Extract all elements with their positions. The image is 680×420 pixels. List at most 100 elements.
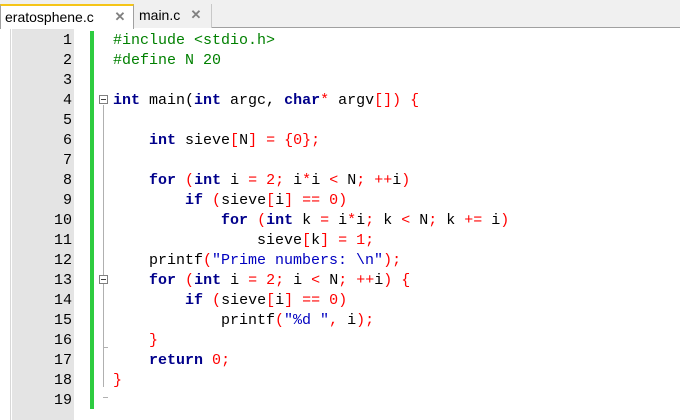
tab-label: main.c <box>139 7 181 23</box>
line-number: 7 <box>62 152 72 169</box>
line-number: 6 <box>62 132 72 149</box>
code-text[interactable]: printf("%d ", i); <box>113 311 374 331</box>
code-text[interactable]: return 0; <box>113 351 230 371</box>
code-line[interactable]: 8 for (int i = 2; i*i < N; ++i) <box>0 171 680 191</box>
tab-bar: eratosphene.c ✕ main.c ✕ <box>0 0 680 29</box>
code-text[interactable]: sieve[k] = 1; <box>113 231 374 251</box>
code-token: ( <box>257 212 267 229</box>
code-token: }; <box>302 132 321 149</box>
code-token: ) <box>383 272 393 289</box>
code-line[interactable]: 3 <box>0 71 680 91</box>
code-token: [ <box>230 132 240 149</box>
code-text[interactable]: for (int i = 2; i*i < N; ++i) <box>113 171 410 191</box>
code-token: { <box>410 92 420 109</box>
line-number: 17 <box>53 352 72 369</box>
code-token: ] <box>248 132 258 149</box>
code-text[interactable]: } <box>113 331 158 351</box>
code-text[interactable]: int sieve[N] = {0}; <box>113 131 320 151</box>
code-token: ] <box>284 292 294 309</box>
code-line[interactable]: 4 int main(int argc, char* argv[]) { <box>0 91 680 111</box>
code-token: [ <box>266 192 276 209</box>
code-token: ) <box>338 292 348 309</box>
code-line[interactable]: 7 <box>0 151 680 171</box>
code-text[interactable]: if (sieve[i] == 0) <box>113 291 347 311</box>
tab-main-c[interactable]: main.c ✕ <box>134 4 212 28</box>
tab-eratosphene-c[interactable]: eratosphene.c ✕ <box>0 4 134 29</box>
code-line[interactable]: 17 return 0; <box>0 351 680 371</box>
code-line[interactable]: 9 if (sieve[i] == 0) <box>0 191 680 211</box>
code-line[interactable]: 5 <box>0 111 680 131</box>
line-number: 13 <box>53 272 72 289</box>
code-text[interactable]: } <box>113 371 122 391</box>
line-number: 14 <box>53 292 72 309</box>
code-token: * <box>302 172 312 189</box>
code-line[interactable]: 15 printf("%d ", i); <box>0 311 680 331</box>
code-text[interactable]: if (sieve[i] == 0) <box>113 191 347 211</box>
code-line[interactable]: 1 #include <stdio.h> <box>0 31 680 51</box>
code-token: 0 <box>293 132 303 149</box>
code-token: int <box>194 272 222 289</box>
line-number: 15 <box>53 312 72 329</box>
close-icon[interactable]: ✕ <box>189 4 203 26</box>
code-token: k <box>437 212 465 229</box>
code-token: ++ <box>374 172 393 189</box>
code-token: 0 <box>329 292 339 309</box>
code-token: } <box>113 372 123 389</box>
code-text[interactable]: printf("Prime numbers: \n"); <box>113 251 401 271</box>
code-token: ( <box>275 312 285 329</box>
code-line[interactable]: 14 if (sieve[i] == 0) <box>0 291 680 311</box>
code-line[interactable]: 10 for (int k = i*i; k < N; k += i) <box>0 211 680 231</box>
code-token: []) <box>374 92 402 109</box>
code-line[interactable]: 2 #define N 20 <box>0 51 680 71</box>
code-line[interactable]: 6 int sieve[N] = {0}; <box>0 131 680 151</box>
close-icon[interactable]: ✕ <box>113 6 127 28</box>
code-token: = <box>320 212 330 229</box>
code-token: 1 <box>356 232 366 249</box>
code-token: k <box>374 212 402 229</box>
code-line[interactable]: 19 <box>0 391 680 411</box>
line-number: 3 <box>62 72 72 89</box>
code-token: < <box>329 172 339 189</box>
code-text[interactable]: for (int i = 2; i < N; ++i) { <box>113 271 410 291</box>
code-token: k <box>293 212 321 229</box>
code-token: #include <stdio.h> <box>113 32 276 49</box>
code-line[interactable]: 16 } <box>0 331 680 351</box>
code-line[interactable]: 11 sieve[k] = 1; <box>0 231 680 251</box>
code-editor[interactable]: 1 #include <stdio.h> 2 #define N 20 3 4 int ma… <box>0 29 680 420</box>
code-token: int <box>194 172 222 189</box>
code-token: 0 <box>212 352 222 369</box>
code-token: ( <box>212 292 222 309</box>
code-line[interactable]: 18} <box>0 371 680 391</box>
code-text[interactable]: #include <stdio.h> <box>113 31 275 51</box>
code-token: N <box>320 272 339 289</box>
code-token: i <box>374 272 384 289</box>
code-line[interactable]: 12 printf("Prime numbers: \n"); <box>0 251 680 271</box>
code-token: ] <box>284 192 294 209</box>
code-token: printf <box>113 252 204 269</box>
code-line[interactable]: 13 for (int i = 2; i < N; ++i) { <box>0 271 680 291</box>
code-token: argc, <box>221 92 285 109</box>
code-token: [ <box>266 292 276 309</box>
code-token: , <box>329 312 339 329</box>
code-text[interactable]: int main(int argc, char* argv[]) { <box>113 91 419 111</box>
line-number: 18 <box>53 372 72 389</box>
code-text[interactable]: #define N 20 <box>113 51 221 71</box>
code-token: "Prime numbers: \n" <box>212 252 384 269</box>
code-token: i <box>275 292 285 309</box>
code-token: i <box>221 272 249 289</box>
code-token: char <box>284 92 321 109</box>
code-text[interactable]: for (int k = i*i; k < N; k += i) <box>113 211 509 231</box>
